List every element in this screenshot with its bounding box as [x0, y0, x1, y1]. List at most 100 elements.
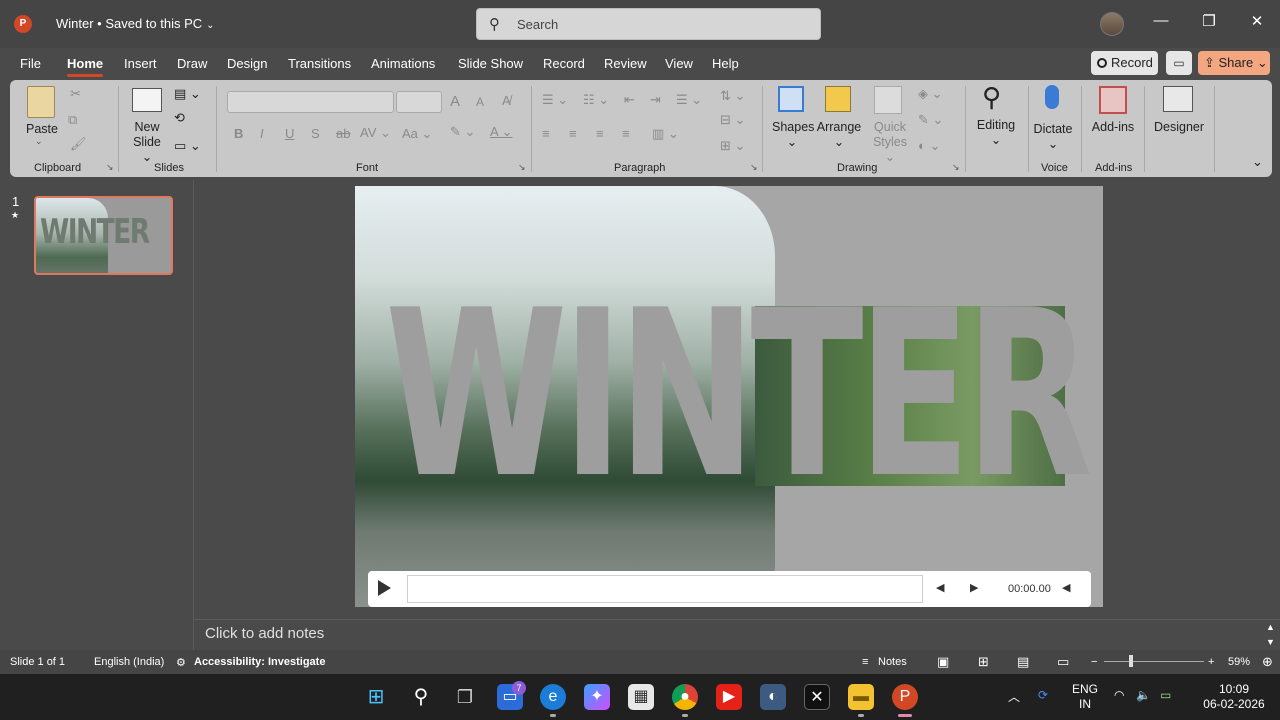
tab-help[interactable]: Help — [712, 56, 739, 71]
highlight-icon[interactable]: ✎ ⌄ — [450, 124, 475, 140]
copy-icon[interactable]: ⧉ — [68, 112, 77, 128]
photos-icon[interactable]: ◐ — [760, 684, 786, 710]
tab-insert[interactable]: Insert — [124, 56, 157, 71]
strikethrough-button[interactable]: ab — [336, 126, 350, 141]
smartart-icon[interactable]: ⊞ ⌄ — [720, 138, 745, 154]
volume-icon[interactable]: ◀ — [1062, 581, 1070, 594]
numbering-icon[interactable]: ☷ ⌄ — [583, 92, 609, 108]
play-icon[interactable] — [378, 580, 391, 596]
zoom-out-icon[interactable]: − — [1091, 656, 1097, 668]
store-icon[interactable]: ▦ — [628, 684, 654, 710]
normal-view-icon[interactable]: ▣ — [937, 654, 949, 670]
scroll-up-icon[interactable]: ▲ — [1266, 622, 1275, 632]
language-status[interactable]: English (India) — [94, 656, 164, 668]
fit-to-window-icon[interactable]: ⊕ — [1262, 654, 1273, 670]
char-spacing-button[interactable]: AV ⌄ — [360, 125, 391, 141]
font-size-select[interactable] — [396, 91, 442, 113]
tab-file[interactable]: File — [20, 56, 41, 71]
tab-view[interactable]: View — [665, 56, 693, 71]
battery-icon[interactable]: ▭ — [1160, 688, 1171, 702]
font-color-icon[interactable]: A ⌄ — [490, 124, 512, 140]
designer-button[interactable]: Designer — [1150, 120, 1208, 134]
shape-outline-icon[interactable]: ✎ ⌄ — [918, 112, 943, 128]
align-text-icon[interactable]: ⊟ ⌄ — [720, 112, 745, 128]
tab-home[interactable]: Home — [67, 56, 104, 77]
increase-indent-icon[interactable]: ⇥ — [650, 92, 661, 108]
search-icon[interactable]: ⚲ — [408, 684, 434, 710]
clock[interactable]: 10:09 06-02-2026 — [1196, 682, 1272, 712]
tab-draw[interactable]: Draw — [177, 56, 207, 71]
volume-icon[interactable]: 🔈 — [1136, 688, 1151, 702]
columns-icon[interactable]: ▥ ⌄ — [652, 126, 679, 142]
font-family-select[interactable] — [227, 91, 394, 113]
italic-button[interactable]: I — [260, 126, 264, 141]
edge-icon[interactable]: e — [540, 684, 566, 710]
skip-forward-icon[interactable]: ▶ — [970, 581, 978, 594]
tab-record[interactable]: Record — [543, 56, 585, 71]
section-icon[interactable]: ▭ ⌄ — [174, 138, 201, 154]
dialog-launcher-icon[interactable]: ↘ — [750, 162, 758, 173]
shape-fill-icon[interactable]: ◈ ⌄ — [918, 86, 943, 102]
grow-font-button[interactable]: A — [450, 93, 460, 110]
dialog-launcher-icon[interactable]: ↘ — [952, 162, 960, 173]
file-explorer-icon[interactable]: ▬ — [848, 684, 874, 710]
dialog-launcher-icon[interactable]: ↘ — [518, 162, 526, 173]
new-slide-button[interactable]: New Slide ⌄ — [130, 120, 164, 165]
powerpoint-icon[interactable]: P — [892, 684, 918, 710]
notes-button[interactable]: Notes — [878, 656, 907, 668]
task-view-icon[interactable]: ❐ — [452, 684, 478, 710]
chrome-icon[interactable]: ● — [672, 684, 698, 710]
layout-icon[interactable]: ▤ ⌄ — [174, 86, 201, 102]
addins-button[interactable]: Add-ins — [1088, 120, 1138, 134]
seek-bar[interactable] — [407, 575, 923, 603]
wifi-icon[interactable]: ◠ — [1114, 688, 1124, 702]
zoom-level[interactable]: 59% — [1228, 656, 1250, 668]
reading-view-icon[interactable]: ▤ — [1017, 654, 1029, 670]
decrease-indent-icon[interactable]: ⇤ — [624, 92, 635, 108]
m365-icon[interactable]: ✦ — [584, 684, 610, 710]
shrink-font-button[interactable]: A — [476, 95, 484, 109]
chevron-up-icon[interactable]: ︿ — [1008, 688, 1020, 705]
slideshow-view-icon[interactable]: ▭ — [1057, 654, 1069, 670]
clear-formatting-icon[interactable]: A̸ — [502, 93, 511, 108]
tab-transitions[interactable]: Transitions — [288, 56, 351, 71]
dictate-button[interactable]: Dictate ⌄ — [1030, 122, 1076, 151]
minimize-button[interactable]: — — [1146, 12, 1176, 29]
close-button[interactable]: ✕ — [1242, 12, 1272, 30]
tab-animations[interactable]: Animations — [371, 56, 435, 71]
zoom-slider[interactable] — [1104, 661, 1204, 662]
slide-title-text[interactable]: WINTER — [385, 281, 1093, 511]
bold-button[interactable]: B — [234, 126, 243, 141]
dialog-launcher-icon[interactable]: ↘ — [106, 162, 114, 173]
search-box[interactable]: ⚲ Search — [476, 8, 821, 40]
align-center-icon[interactable]: ≡ — [569, 126, 577, 141]
collapse-ribbon-icon[interactable]: ⌄ — [1252, 154, 1263, 170]
line-spacing-icon[interactable]: ☰ ⌄ — [676, 92, 702, 108]
justify-icon[interactable]: ≡ — [622, 126, 630, 141]
align-right-icon[interactable]: ≡ — [596, 126, 604, 141]
sync-icon[interactable]: ⟳ — [1038, 688, 1048, 702]
windows-start-icon[interactable]: ⊞ — [363, 684, 389, 710]
text-direction-icon[interactable]: ⇅ ⌄ — [720, 88, 745, 104]
shadow-button[interactable]: S — [311, 126, 320, 141]
tab-review[interactable]: Review — [604, 56, 647, 71]
share-button[interactable]: ⇪ Share ⌄ — [1198, 51, 1270, 75]
notes-pane[interactable]: Click to add notes — [205, 625, 324, 642]
shapes-button[interactable]: Shapes ⌄ — [772, 120, 814, 149]
comments-button[interactable]: ▭ — [1166, 51, 1192, 75]
quick-styles-button[interactable]: Quick Styles ⌄ — [870, 120, 910, 165]
restore-button[interactable]: ❐ — [1194, 12, 1224, 30]
zoom-in-icon[interactable]: + — [1208, 656, 1214, 668]
change-case-button[interactable]: Aa ⌄ — [402, 126, 432, 142]
reset-icon[interactable]: ⟲ — [174, 110, 185, 126]
zoom-slider-thumb[interactable] — [1129, 655, 1133, 667]
editing-button[interactable]: Editing ⌄ — [972, 118, 1020, 147]
bullets-icon[interactable]: ☰ ⌄ — [542, 92, 568, 108]
scroll-down-icon[interactable]: ▼ — [1266, 637, 1275, 647]
shape-effects-icon[interactable]: ◐ ⌄ — [918, 138, 940, 154]
youtube-icon[interactable]: ▶ — [716, 684, 742, 710]
tab-design[interactable]: Design — [227, 56, 267, 71]
skip-back-icon[interactable]: ◀ — [936, 581, 944, 594]
paste-button[interactable]: Paste — [26, 122, 58, 136]
tab-slide-show[interactable]: Slide Show — [458, 56, 523, 71]
